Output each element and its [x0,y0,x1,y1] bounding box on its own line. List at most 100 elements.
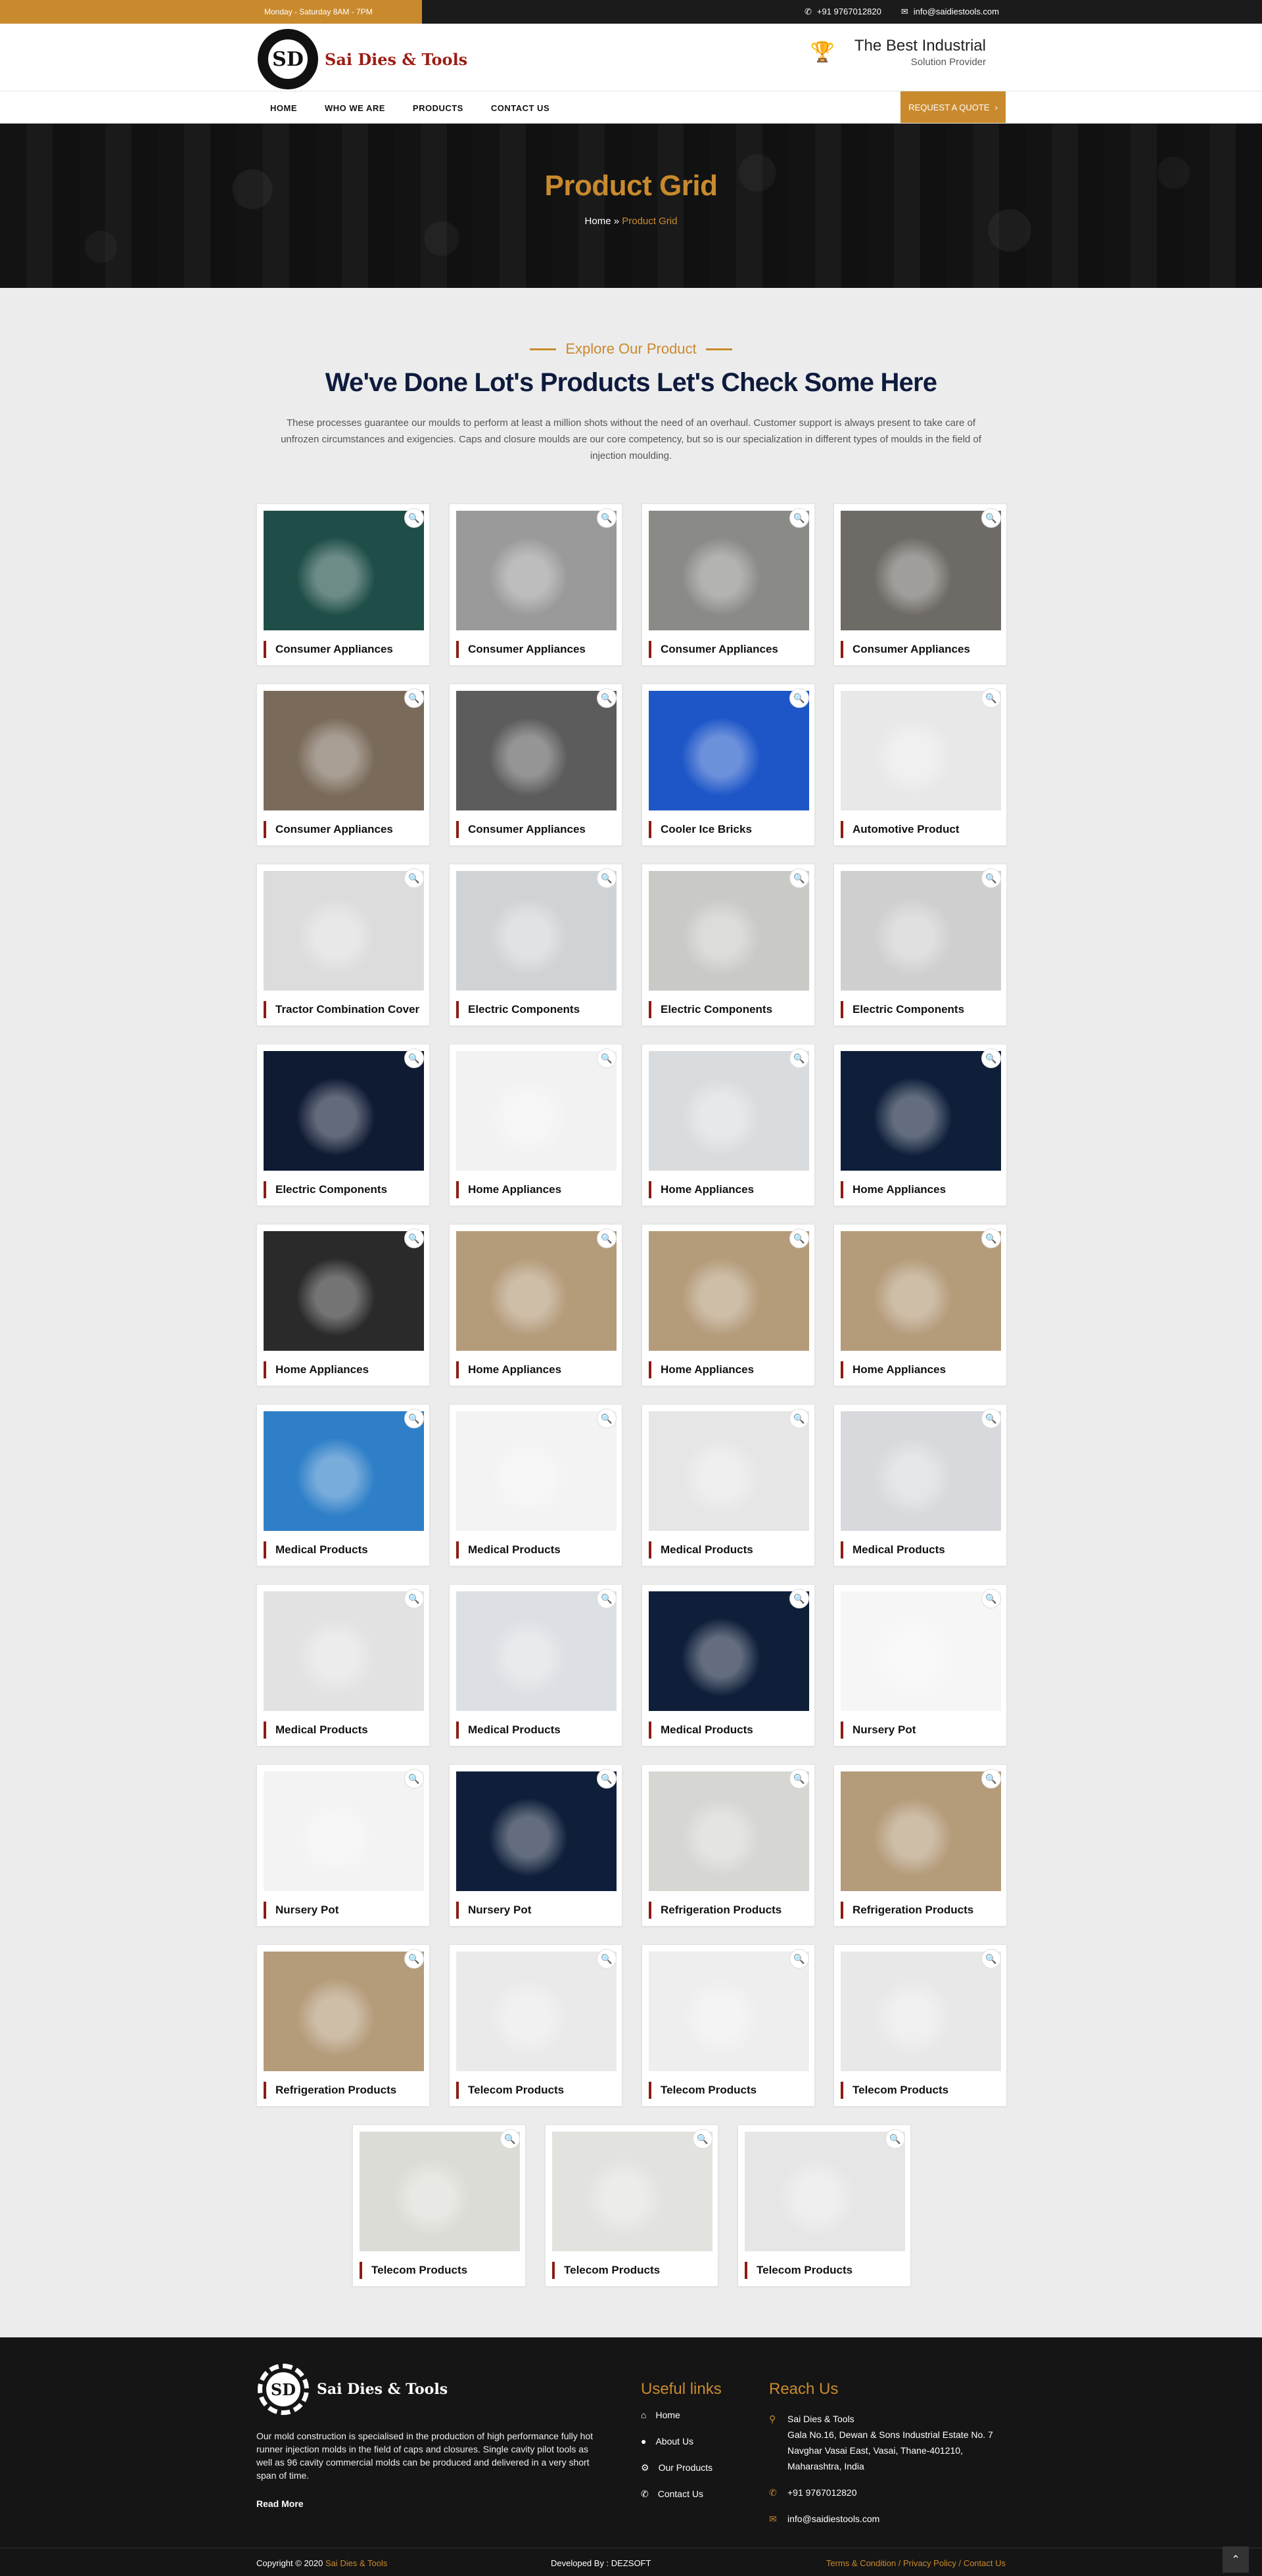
magnifier-icon[interactable]: 🔍 [693,2129,713,2149]
read-more-link[interactable]: Read More [256,2498,304,2509]
product-image[interactable] [841,1231,1001,1351]
product-caption[interactable]: Home Appliances [841,1361,946,1378]
product-caption[interactable]: Medical Products [456,1541,561,1558]
magnifier-icon[interactable]: 🔍 [597,1589,617,1608]
product-card[interactable]: 🔍 Consumer Appliances [833,503,1007,666]
footer-email[interactable]: ✉ info@saidiestools.com [769,2511,1011,2527]
product-image[interactable] [360,2132,520,2251]
product-image[interactable] [456,1771,617,1891]
product-caption[interactable]: Medical Products [649,1541,753,1558]
product-caption[interactable]: Telecom Products [360,2262,467,2279]
product-caption[interactable]: Electric Components [841,1001,964,1018]
product-card[interactable]: 🔍 Tractor Combination Cover [256,864,430,1026]
product-card[interactable]: 🔍 Nursery Pot [256,1764,430,1927]
product-card[interactable]: 🔍 Consumer Appliances [449,503,622,666]
product-card[interactable]: 🔍 Telecom Products [833,1944,1007,2107]
product-card[interactable]: 🔍 Refrigeration Products [642,1764,815,1927]
product-image[interactable] [456,511,617,630]
product-caption[interactable]: Refrigeration Products [264,2082,396,2099]
product-image[interactable] [649,1231,809,1351]
product-image[interactable] [264,871,424,991]
product-caption[interactable]: Cooler Ice Bricks [649,821,752,838]
product-caption[interactable]: Home Appliances [649,1181,754,1198]
magnifier-icon[interactable]: 🔍 [597,1229,617,1248]
legal-links[interactable]: Terms & Condition / Privacy Policy / Con… [826,2558,1006,2568]
product-caption[interactable]: Home Appliances [264,1361,369,1378]
magnifier-icon[interactable]: 🔍 [789,508,809,528]
scroll-to-top-button[interactable]: ⌃ [1223,2546,1249,2573]
magnifier-icon[interactable]: 🔍 [981,508,1001,528]
magnifier-icon[interactable]: 🔍 [500,2129,520,2149]
product-caption[interactable]: Nursery Pot [841,1721,916,1739]
product-image[interactable] [649,1771,809,1891]
product-caption[interactable]: Nursery Pot [456,1902,531,1919]
product-card[interactable]: 🔍 Medical Products [256,1404,430,1566]
product-card[interactable]: 🔍 Telecom Products [449,1944,622,2107]
nav-item-home[interactable]: HOME [256,103,311,113]
footer-logo[interactable]: SD Sai Dies & Tools [258,2364,448,2415]
magnifier-icon[interactable]: 🔍 [981,1048,1001,1068]
magnifier-icon[interactable]: 🔍 [789,1769,809,1789]
product-image[interactable] [841,691,1001,810]
product-caption[interactable]: Consumer Appliances [456,641,586,658]
magnifier-icon[interactable]: 🔍 [404,1949,424,1969]
footer-phone[interactable]: ✆ +91 9767012820 [769,2485,1011,2500]
product-card[interactable]: 🔍 Electric Components [256,1044,430,1206]
product-image[interactable] [264,1952,424,2071]
product-caption[interactable]: Electric Components [649,1001,772,1018]
request-quote-button[interactable]: REQUEST A QUOTE › [900,91,1006,123]
product-image[interactable] [264,1771,424,1891]
magnifier-icon[interactable]: 🔍 [404,1229,424,1248]
nav-item-contact-us[interactable]: CONTACT US [477,103,563,113]
magnifier-icon[interactable]: 🔍 [885,2129,905,2149]
product-image[interactable] [841,1411,1001,1531]
magnifier-icon[interactable]: 🔍 [404,1048,424,1068]
footer-link-about[interactable]: ● About Us [641,2436,713,2462]
magnifier-icon[interactable]: 🔍 [404,868,424,888]
top-email[interactable]: ✉ info@saidiestools.com [901,7,999,17]
magnifier-icon[interactable]: 🔍 [981,1229,1001,1248]
product-caption[interactable]: Tractor Combination Cover [264,1001,419,1018]
product-image[interactable] [264,1591,424,1711]
product-caption[interactable]: Telecom Products [841,2082,948,2099]
product-card[interactable]: 🔍 Medical Products [256,1584,430,1746]
product-card[interactable]: 🔍 Electric Components [833,864,1007,1026]
product-card[interactable]: 🔍 Home Appliances [642,1224,815,1386]
product-image[interactable] [745,2132,905,2251]
magnifier-icon[interactable]: 🔍 [404,1589,424,1608]
product-caption[interactable]: Automotive Product [841,821,959,838]
magnifier-icon[interactable]: 🔍 [789,1409,809,1428]
product-caption[interactable]: Medical Products [649,1721,753,1739]
product-image[interactable] [456,691,617,810]
magnifier-icon[interactable]: 🔍 [404,1409,424,1428]
product-image[interactable] [841,1051,1001,1171]
breadcrumb-home[interactable]: Home [585,216,611,227]
product-caption[interactable]: Home Appliances [649,1361,754,1378]
product-image[interactable] [456,1411,617,1531]
product-caption[interactable]: Consumer Appliances [264,641,393,658]
magnifier-icon[interactable]: 🔍 [981,1769,1001,1789]
product-card[interactable]: 🔍 Consumer Appliances [642,503,815,666]
magnifier-icon[interactable]: 🔍 [981,1949,1001,1969]
product-image[interactable] [841,1591,1001,1711]
magnifier-icon[interactable]: 🔍 [981,1409,1001,1428]
product-card[interactable]: 🔍 Cooler Ice Bricks [642,684,815,846]
product-image[interactable] [552,2132,713,2251]
magnifier-icon[interactable]: 🔍 [597,1949,617,1969]
top-phone[interactable]: ✆ +91 9767012820 [805,7,881,17]
product-caption[interactable]: Telecom Products [649,2082,757,2099]
product-card[interactable]: 🔍 Home Appliances [449,1044,622,1206]
magnifier-icon[interactable]: 🔍 [789,1229,809,1248]
magnifier-icon[interactable]: 🔍 [789,1048,809,1068]
product-image[interactable] [264,1411,424,1531]
product-caption[interactable]: Telecom Products [552,2262,660,2279]
product-card[interactable]: 🔍 Medical Products [833,1404,1007,1566]
nav-item-who-we-are[interactable]: WHO WE ARE [311,103,399,113]
product-image[interactable] [456,1231,617,1351]
footer-link-products[interactable]: ⚙ Our Products [641,2462,713,2489]
product-image[interactable] [264,511,424,630]
product-image[interactable] [456,1051,617,1171]
product-caption[interactable]: Home Appliances [841,1181,946,1198]
product-card[interactable]: 🔍 Medical Products [642,1404,815,1566]
product-caption[interactable]: Home Appliances [456,1181,561,1198]
